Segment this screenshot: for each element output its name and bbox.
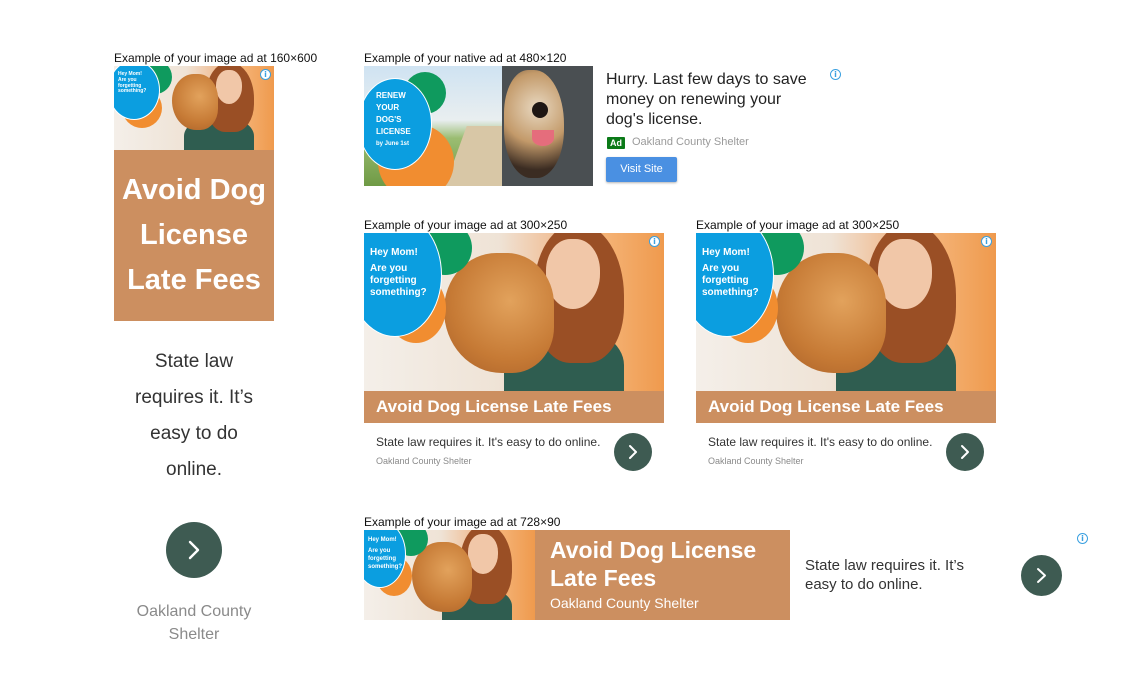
- chevron-right-icon: [1037, 568, 1046, 583]
- info-icon[interactable]: i: [981, 236, 992, 247]
- circle-text: Hey Mom!: [370, 247, 418, 258]
- ad-headline-block: Avoid Dog License Late Fees: [114, 150, 274, 321]
- ad-headline: Avoid Dog License Late Fees: [550, 537, 757, 591]
- native-ad[interactable]: RENEW YOUR DOG'S LICENSE by June 1st Hur…: [364, 66, 844, 186]
- ad-headline: Avoid Dog License Late Fees: [122, 174, 266, 296]
- circle-subtext: Are you forgetting something?: [370, 263, 427, 298]
- visit-site-button[interactable]: Visit Site: [606, 157, 677, 182]
- ad-headline-bar: Avoid Dog License Late Fees: [696, 391, 996, 423]
- native-advertiser: Oakland County Shelter: [632, 136, 749, 148]
- ad-300x250[interactable]: Hey Mom! Are you forgetting something? i…: [364, 233, 664, 483]
- ad-description: State law requires it. It's easy to do o…: [376, 435, 601, 449]
- chevron-right-icon: [629, 445, 637, 459]
- caption-300x250-b: Example of your image ad at 300×250: [696, 218, 900, 232]
- ad-image: Hey Mom! Are you forgetting something?: [364, 233, 664, 391]
- native-circle-text: RENEW YOUR DOG'S LICENSE: [376, 91, 411, 136]
- circle-subtext: Are you forgetting something?: [702, 263, 759, 298]
- native-ad-image: RENEW YOUR DOG'S LICENSE by June 1st: [364, 66, 593, 186]
- advertiser-name: Oakland County Shelter: [376, 456, 472, 466]
- info-icon[interactable]: i: [649, 236, 660, 247]
- ad-headline: Avoid Dog License Late Fees: [708, 397, 944, 416]
- caption-160x600: Example of your image ad at 160×600: [114, 51, 318, 65]
- caption-728x90: Example of your image ad at 728×90: [364, 515, 561, 529]
- info-icon[interactable]: i: [1077, 533, 1088, 544]
- chevron-right-icon: [188, 540, 200, 560]
- ad-headline: Avoid Dog License Late Fees: [376, 397, 612, 416]
- caption-native: Example of your native ad at 480×120: [364, 51, 567, 65]
- info-icon[interactable]: i: [830, 69, 841, 80]
- circle-subtext: Are you forgetting something?: [118, 76, 147, 95]
- advertiser-name: Oakland County Shelter: [708, 456, 804, 466]
- native-headline[interactable]: Hurry. Last few days to save money on re…: [606, 70, 811, 130]
- ad-image: Hey Mom! Are you forgetting something?: [364, 530, 535, 620]
- next-button[interactable]: [166, 522, 222, 578]
- native-circle-subtext: by June 1st: [376, 141, 410, 147]
- circle-text: Hey Mom!: [368, 537, 397, 543]
- caption-300x250-a: Example of your image ad at 300×250: [364, 218, 568, 232]
- ad-headline-bar: Avoid Dog License Late Fees: [364, 391, 664, 423]
- advertiser-name: Oakland County Shelter: [136, 603, 252, 643]
- advertiser-name: Oakland County Shelter: [550, 595, 699, 611]
- ad-description: State law requires it. It’s easy to do o…: [135, 351, 253, 480]
- ad-description: State law requires it. It's easy to do o…: [708, 435, 933, 449]
- ad-728x90[interactable]: Hey Mom! Are you forgetting something? A…: [364, 530, 1092, 620]
- next-button[interactable]: [1021, 555, 1062, 596]
- next-button[interactable]: [614, 433, 652, 471]
- info-icon[interactable]: i: [260, 69, 271, 80]
- ad-160x600[interactable]: Hey Mom! Are you forgetting something? i…: [114, 66, 274, 321]
- ad-300x250[interactable]: Hey Mom! Are you forgetting something? i…: [696, 233, 996, 483]
- ad-image: Hey Mom! Are you forgetting something?: [114, 66, 274, 150]
- circle-subtext: Are you forgetting something?: [368, 548, 402, 570]
- chevron-right-icon: [961, 445, 969, 459]
- ad-badge: Ad: [607, 137, 625, 149]
- ad-description: State law requires it. It’s easy to do o…: [805, 557, 964, 593]
- ad-image: Hey Mom! Are you forgetting something?: [696, 233, 996, 391]
- next-button[interactable]: [946, 433, 984, 471]
- ad-headline-block: Avoid Dog License Late Fees Oakland Coun…: [535, 530, 790, 620]
- circle-text: Hey Mom!: [702, 247, 750, 258]
